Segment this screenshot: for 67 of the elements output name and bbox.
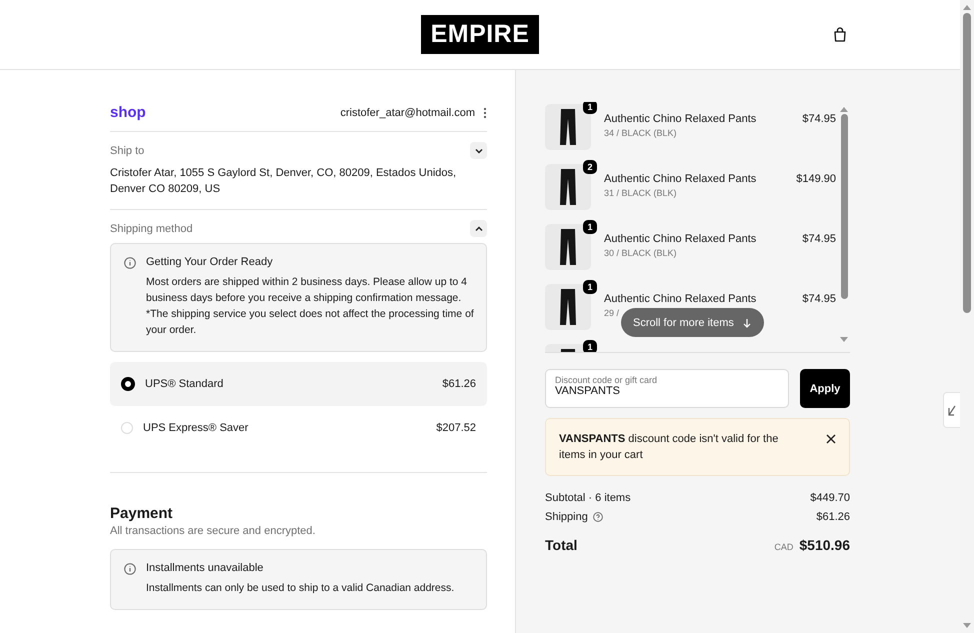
product-name: Authentic Chino Relaxed Pants	[604, 173, 758, 185]
product-variant: 31 / BLACK (BLK)	[604, 188, 678, 198]
product-name: Authentic Chino Relaxed Pants	[604, 233, 758, 245]
total-amount: $510.96	[799, 537, 850, 553]
shipping-option[interactable]: UPS® Standard $61.26	[110, 362, 487, 406]
shop-logo: shop	[110, 104, 146, 121]
currency-code: CAD	[774, 542, 794, 552]
subtotal-label: Subtotal · 6 items	[545, 492, 631, 504]
scroll-hint-button[interactable]: Scroll for more items	[621, 308, 764, 337]
arrow-down-icon[interactable]	[742, 318, 752, 328]
info-icon	[124, 563, 136, 575]
product-name: Authentic Chino Relaxed Pants	[604, 113, 758, 125]
product-variant: 29 /	[604, 308, 620, 318]
discount-code-field[interactable]: Discount code or gift card VANSPANTS	[545, 369, 789, 408]
product-price: $74.95	[802, 233, 836, 245]
help-icon[interactable]	[592, 512, 603, 522]
option-name: UPS Express® Saver	[143, 422, 248, 434]
option-name: UPS® Standard	[145, 378, 224, 390]
info-icon	[124, 257, 136, 269]
address-line: Cristofer Atar, 1055 S Gaylord St, Denver, CO, 80209, Estados Unidos,	[110, 166, 458, 181]
close-icon[interactable]	[826, 434, 836, 444]
account-email: cristofer_atar@hotmail.com	[340, 106, 475, 118]
error-message: VANSPANTS discount code isn't valid for the items in your cart	[559, 432, 780, 463]
notice-text: Installments can only be used to ship to a valid Canadian address.	[146, 581, 454, 596]
payment-subtitle: All transactions are secure and encrypted.	[110, 525, 316, 537]
total-label: Total	[545, 537, 578, 553]
quantity-badge: 1	[583, 220, 597, 234]
product-name: Authentic Chino Relaxed Pants	[604, 293, 758, 305]
shipping-label: Shipping	[545, 511, 588, 523]
notice-title: Getting Your Order Ready	[146, 256, 274, 268]
product-price: $149.90	[796, 173, 836, 185]
scroll-up-icon[interactable]	[963, 4, 971, 10]
scroll-down-icon[interactable]	[840, 337, 848, 343]
scroll-down-icon[interactable]	[963, 623, 971, 629]
trousers-drawing	[557, 287, 579, 327]
trousers-drawing	[557, 167, 579, 207]
product-variant: 30 / BLACK (BLK)	[604, 248, 678, 258]
radio-button[interactable]	[121, 377, 135, 391]
chevron-button[interactable]	[470, 220, 487, 237]
shipping-amount: $61.26	[816, 511, 850, 523]
notice-text: Most orders are shipped within 2 business days. Please allow up to 4 business days before you receive a shipping confirmation message. *The shipping service you select does not affect the processing time of your order.	[146, 275, 474, 338]
quantity-badge: 1	[583, 280, 597, 294]
page-scrollbar[interactable]	[960, 0, 974, 633]
payment-heading: Payment	[110, 505, 174, 522]
store-logo[interactable]: EMPIRE	[420, 15, 540, 54]
section-label: Shipping method	[110, 222, 193, 234]
scroll-up-icon[interactable]	[840, 106, 848, 112]
product-price: $74.95	[802, 113, 836, 125]
notice-title: Installments unavailable	[146, 562, 264, 574]
trousers-drawing	[557, 227, 579, 267]
more-options-icon[interactable]	[483, 106, 487, 118]
option-price: $61.26	[442, 378, 476, 390]
section-label: Ship to	[110, 144, 144, 156]
quantity-badge: 1	[583, 102, 597, 114]
quantity-badge: 2	[583, 160, 597, 174]
address-line: Denver CO 80209, US	[110, 182, 222, 197]
subtotal-amount: $449.70	[810, 492, 850, 504]
trousers-drawing	[557, 107, 579, 147]
chevron-button[interactable]	[470, 142, 487, 159]
product-price: $74.95	[802, 293, 836, 305]
quantity-badge: 1	[583, 340, 597, 352]
side-tab[interactable]	[943, 392, 960, 428]
option-price: $207.52	[436, 422, 476, 434]
product-variant: 34 / BLACK (BLK)	[604, 128, 678, 138]
shopping-bag-icon[interactable]	[832, 27, 848, 43]
shipping-option[interactable]: UPS Express® Saver $207.52	[110, 406, 487, 450]
apply-button[interactable]: Apply	[800, 369, 850, 408]
